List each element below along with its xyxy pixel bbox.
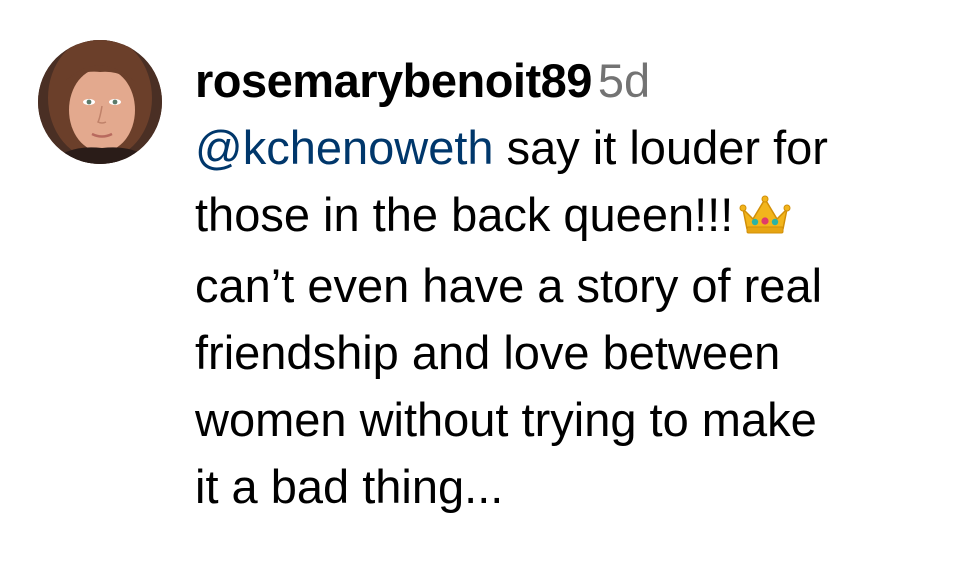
mention-link[interactable]: @kchenoweth [195,121,494,174]
crown-emoji-icon [739,185,791,252]
avatar[interactable] [38,40,162,164]
comment-text: @kchenoweth say it louder for those in t… [195,114,965,520]
comment-line-6: it a bad thing... [195,460,504,513]
comment-content: rosemarybenoit89 5d @kchenoweth say it lo… [195,48,965,520]
comment-line-1: @kchenoweth say it louder for [195,114,965,181]
comment-line-1-text: say it louder for [493,121,828,174]
comment-line-3: can’t even have a story of real [195,259,823,312]
comment-line-2: those in the back queen!!! [195,181,965,252]
username-link[interactable]: rosemarybenoit89 [195,54,592,107]
comment-header: rosemarybenoit89 5d [195,48,965,114]
comment-line-5: women without trying to make [195,393,817,446]
comment-line-2-text: those in the back queen!!! [195,188,734,241]
comment-line-4: friendship and love between [195,326,781,379]
comment-timestamp[interactable]: 5d [598,54,650,107]
comment: rosemarybenoit89 5d @kchenoweth say it lo… [0,0,980,563]
avatar-photo [38,40,162,164]
